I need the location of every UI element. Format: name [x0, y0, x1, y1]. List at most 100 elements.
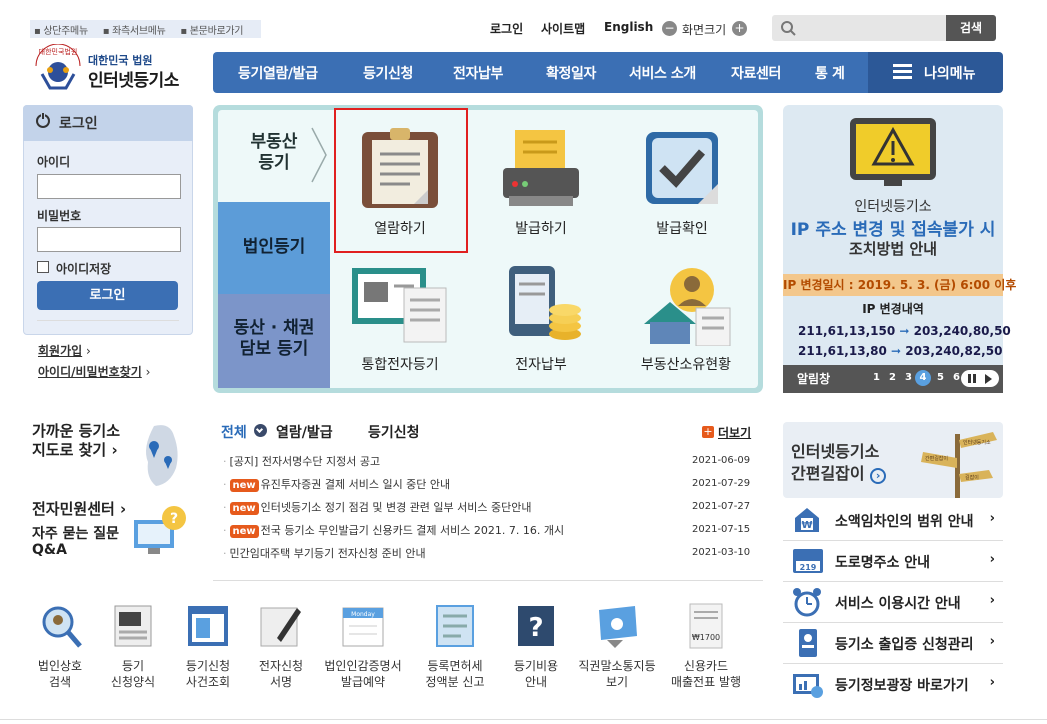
right-link-access-card[interactable]: 등기소 출입증 신청관리 ›: [783, 623, 1003, 664]
quick-e-signature[interactable]: 전자신청 서명: [241, 602, 321, 694]
nav-fixed-date[interactable]: 확정일자: [546, 63, 596, 83]
nav-resource-center[interactable]: 자료센터: [731, 63, 781, 83]
e-signature-icon: [260, 607, 301, 647]
quick-corp-name-search[interactable]: 법인상호 검색: [20, 602, 100, 694]
quick-card-receipt[interactable]: ₩1700 신용카드 매출전표 발행: [666, 602, 746, 694]
case-inquiry-icon: [188, 606, 228, 646]
tab-movable-collateral[interactable]: 동산 · 채권 담보 등기: [218, 294, 330, 388]
faq-link[interactable]: 자주 묻는 질문 Q&A: [32, 526, 119, 558]
service-e-payment-label: 전자납부: [515, 357, 567, 373]
alarm-page-3[interactable]: 3: [905, 372, 912, 383]
quick-case-inquiry[interactable]: 등기신청 사건조회: [168, 602, 248, 694]
alarm-page-4[interactable]: 4: [915, 370, 931, 386]
quick-registry-forms[interactable]: 등기 신청양식: [93, 602, 173, 694]
road-sign-icon: 219: [793, 549, 823, 573]
quick-cancel-notice[interactable]: 직권말소통지등 보기: [577, 602, 657, 694]
service-issue-check[interactable]: 발급확인: [622, 118, 742, 248]
news-more-link[interactable]: 더보기: [718, 424, 751, 441]
nav-epayment[interactable]: 전자납부: [453, 63, 503, 83]
nav-registry-apply[interactable]: 등기신청: [363, 63, 413, 83]
news-item[interactable]: · [공지] 전자서명수단 지정서 공고: [223, 453, 380, 469]
nav-statistics[interactable]: 통 계: [815, 63, 845, 83]
search-button[interactable]: 검색: [946, 15, 996, 41]
tab-corporate[interactable]: 법인등기: [218, 202, 330, 294]
korea-map-icon: [146, 425, 178, 486]
my-menu-label: 나의메뉴: [924, 66, 976, 82]
main-nav: 등기열람/발급 등기신청 전자납부 확정일자 서비스 소개 자료센터 통 계: [213, 52, 868, 93]
zoom-out-icon[interactable]: −: [662, 21, 677, 36]
ip-notice-line2: IP 주소 변경 및 접속불가 시: [790, 220, 996, 240]
quick-label: 신용카드 매출전표 발행: [670, 659, 742, 689]
alarm-page-6[interactable]: 6: [953, 372, 960, 383]
skip-link-content[interactable]: ▪ 본문바로가기: [180, 26, 249, 37]
skip-link-top-menu[interactable]: ▪ 상단주메뉴: [34, 26, 94, 37]
join-link[interactable]: 회원가입 ›: [38, 342, 91, 359]
service-integrated-e-registry[interactable]: 통합전자등기: [340, 262, 460, 377]
alarm-bar: 알림창 1 2 3 4 5 6: [783, 365, 1003, 393]
quick-seal-cert-reserve[interactable]: Monday 법인인감증명서 발급예약: [323, 602, 403, 694]
news-item[interactable]: · new 전국 등기소 무인발급기 신용카드 결제 서비스 2021. 7. 16…: [223, 522, 564, 538]
login-button[interactable]: 로그인: [37, 281, 178, 310]
search-input[interactable]: [800, 18, 940, 38]
right-link-service-hours[interactable]: 서비스 이용시간 안내 ›: [783, 582, 1003, 623]
news-tab-view-issue[interactable]: 열람/발급: [276, 422, 333, 442]
login-link[interactable]: 로그인: [490, 20, 523, 37]
ip-change-date: IP 변경일시 : 2019. 5. 3. (금) 6:00 이후: [783, 274, 1016, 296]
guide-banner[interactable]: 인터넷등기소 간편길잡이 › 인터넷등기소 간편길잡이 길잡이: [783, 422, 1003, 498]
alarm-page-1[interactable]: 1: [873, 372, 880, 383]
skip-link-left-menu[interactable]: ▪ 좌측서브메뉴: [103, 26, 172, 37]
sitemap-link[interactable]: 사이트맵: [541, 20, 585, 37]
chevron-right-icon: ›: [989, 511, 995, 526]
quick-label: 등록면허세 정액분 신고: [425, 659, 485, 689]
footer-divider: [0, 719, 1047, 720]
alarm-page-2[interactable]: 2: [889, 372, 896, 383]
news-item[interactable]: · new 인터넷등기소 정기 점검 및 변경 관련 일부 서비스 중단안내: [223, 499, 532, 515]
news-item[interactable]: · 민간임대주택 부기등기 전자신청 준비 안내: [223, 545, 426, 561]
nav-service-intro[interactable]: 서비스 소개: [629, 63, 696, 83]
registry-forms-icon: [114, 605, 152, 647]
zoom-in-icon[interactable]: +: [732, 21, 747, 36]
nav-registry-view[interactable]: 등기열람/발급: [238, 63, 318, 83]
news-item-date: 2021-07-15: [692, 524, 751, 535]
near-office-link[interactable]: 가까운 등기소 지도로 찾기 ›: [32, 422, 120, 460]
remember-id-checkbox[interactable]: [37, 261, 49, 273]
ip-change-row: 211,61,13,80 ➞ 203,240,82,50: [798, 344, 1003, 358]
remember-id-label: 아이디저장: [56, 262, 112, 276]
service-e-payment[interactable]: 전자납부: [481, 262, 601, 377]
alarm-controls: [961, 370, 999, 387]
alarm-page-5[interactable]: 5: [937, 372, 944, 383]
news-item-title: 인터넷등기소 정기 점검 및 변경 관련 일부 서비스 중단안내: [260, 501, 532, 514]
service-property-ownership[interactable]: 부동산소유현황: [626, 262, 746, 377]
news-tab-all[interactable]: 전체: [221, 422, 247, 442]
service-property-label: 부동산소유현황: [640, 357, 732, 373]
english-link[interactable]: English: [604, 20, 653, 34]
id-input[interactable]: [37, 174, 181, 199]
seal-cert-reserve-icon: Monday: [342, 607, 384, 647]
pause-icon[interactable]: [968, 374, 971, 383]
arrow-right-icon: ➞: [899, 324, 910, 338]
svg-text:대한민국법원: 대한민국법원: [39, 47, 78, 56]
registry-cost-icon: ?: [518, 606, 554, 646]
news-item-title: 전국 등기소 무인발급기 신용카드 결제 서비스 2021. 7. 16. 개시: [260, 524, 565, 537]
news-item-date: 2021-07-29: [692, 478, 751, 489]
signpost-icon: 인터넷등기소 간편길잡이 길잡이: [921, 432, 997, 498]
pw-input[interactable]: [37, 227, 181, 252]
skip-links: ▪ 상단주메뉴 ▪ 좌측서브메뉴 ▪ 본문바로가기: [30, 20, 261, 38]
news-item[interactable]: · new 유진투자증권 결제 서비스 일시 중단 안내: [223, 476, 450, 492]
alarm-clock-icon: [793, 588, 821, 617]
service-issue-label: 발급하기: [515, 221, 567, 237]
quick-license-tax-report[interactable]: 등록면허세 정액분 신고: [415, 602, 495, 694]
play-icon[interactable]: [985, 374, 992, 384]
find-account-link[interactable]: 아이디/비밀번호찾기 ›: [38, 363, 150, 380]
right-link-small-tenant[interactable]: ₩ 소액임차인의 범위 안내 ›: [783, 500, 1003, 541]
my-menu-button[interactable]: 나의메뉴: [868, 52, 1003, 93]
service-issue[interactable]: 발급하기: [481, 118, 601, 248]
ip-notice-line1: 인터넷등기소: [854, 199, 932, 215]
civil-center-link[interactable]: 전자민원센터 ›: [32, 500, 126, 519]
right-link-registry-plaza[interactable]: 등기정보광장 바로가기 ›: [783, 664, 1003, 705]
right-link-road-address[interactable]: 219 도로명주소 안내 ›: [783, 541, 1003, 582]
logo-title[interactable]: 인터넷등기소: [88, 66, 179, 91]
news-tab-apply[interactable]: 등기신청: [368, 422, 420, 442]
quick-registry-cost[interactable]: ? 등기비용 안내: [496, 602, 576, 694]
corp-name-search-icon: [42, 606, 82, 648]
